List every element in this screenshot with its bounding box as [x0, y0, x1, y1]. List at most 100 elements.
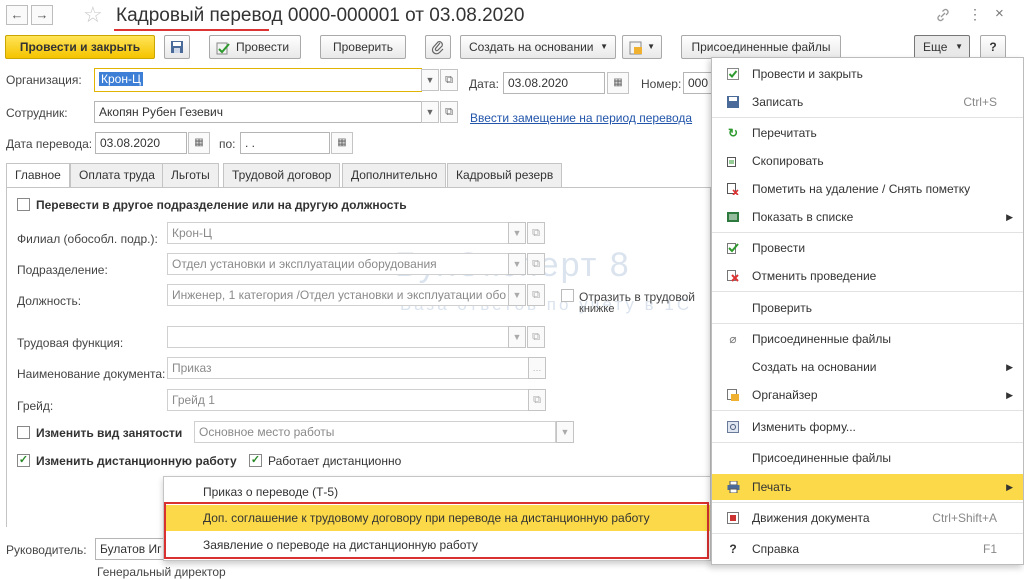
movements-icon	[725, 505, 741, 533]
menu-attached-files[interactable]: ⌀ Присоединенные файлы	[712, 326, 1023, 352]
tab-reserve[interactable]: Кадровый резерв	[447, 163, 563, 187]
replacement-link[interactable]: Ввести замещение на период перевода	[470, 111, 692, 125]
reflect-checkbox[interactable]	[561, 289, 574, 302]
organizer-button[interactable]: ▼	[622, 35, 662, 59]
chevron-down-icon: ▼	[600, 42, 608, 51]
highlight-frame	[164, 502, 709, 559]
menu-copy[interactable]: Скопировать	[712, 148, 1023, 174]
favorite-star-icon[interactable]: ☆	[83, 2, 103, 28]
branch-input[interactable]: Крон-Ц	[167, 222, 509, 244]
position-open-button[interactable]: ⧉	[527, 284, 545, 306]
branch-open-button[interactable]: ⧉	[527, 222, 545, 244]
transfer-date-input[interactable]: 03.08.2020	[95, 132, 187, 154]
menu-unpost[interactable]: Отменить проведение	[712, 263, 1023, 289]
grade-input[interactable]: Грейд 1	[167, 389, 529, 411]
help-button[interactable]: ?	[980, 35, 1006, 59]
menu-item-label: Записать	[752, 95, 804, 109]
to-date-input[interactable]: . .	[240, 132, 330, 154]
menu-doc-movements[interactable]: Движения документа Ctrl+Shift+A	[712, 505, 1023, 531]
works-remotely-checkbox[interactable]: ✓	[249, 454, 262, 467]
post-and-close-button[interactable]: Провести и закрыть	[5, 35, 155, 59]
to-label: по:	[219, 137, 236, 151]
post-close-icon	[725, 61, 741, 89]
create-based-on-button[interactable]: Создать на основании ▼	[460, 35, 616, 59]
menu-create-based[interactable]: Создать на основании ▶	[712, 354, 1023, 380]
tab-contract[interactable]: Трудовой договор	[223, 163, 341, 187]
menu-check[interactable]: Проверить	[712, 295, 1023, 321]
refresh-icon: ↻	[727, 126, 739, 140]
labor-function-label: Трудовая функция:	[17, 336, 124, 350]
dept-open-button[interactable]: ⧉	[527, 253, 545, 275]
menu-separator	[712, 533, 1023, 534]
labor-function-open-button[interactable]: ⧉	[527, 326, 545, 348]
chevron-down-icon: ▼	[647, 42, 655, 51]
menu-help[interactable]: ? Справка F1	[712, 536, 1023, 562]
grade-open-button[interactable]: ⧉	[528, 389, 546, 411]
printer-icon	[725, 474, 741, 502]
chevron-right-icon: ▶	[1006, 212, 1013, 222]
menu-item-label: Изменить форму...	[752, 420, 856, 434]
tab-benefits[interactable]: Льготы	[162, 163, 219, 187]
org-dropdown-button[interactable]: ▼	[421, 69, 439, 91]
number-label: Номер:	[641, 77, 682, 91]
date-input[interactable]: 03.08.2020	[503, 72, 605, 94]
menu-show-in-list[interactable]: Показать в списке ▶	[712, 204, 1023, 230]
paperclip-button[interactable]	[425, 35, 451, 59]
number-input[interactable]: 000	[683, 72, 711, 94]
labor-function-input[interactable]	[167, 326, 509, 348]
attached-files-button[interactable]: Присоединенные файлы	[681, 35, 841, 59]
calendar-icon[interactable]: ▦	[188, 132, 210, 154]
calendar-icon[interactable]: ▦	[607, 72, 629, 94]
employment-dropdown-button[interactable]: ▼	[556, 421, 574, 443]
position-dropdown-button[interactable]: ▼	[508, 284, 526, 306]
calendar-icon[interactable]: ▦	[331, 132, 353, 154]
more-icon[interactable]: ⋮	[968, 6, 982, 23]
position-input[interactable]: Инженер, 1 категория /Отдел установки и …	[167, 284, 509, 306]
employee-dropdown-button[interactable]: ▼	[421, 101, 439, 123]
forward-button[interactable]: →	[31, 5, 53, 25]
menu-post-close[interactable]: Провести и закрыть	[712, 61, 1023, 87]
menu-shortcut: F1	[982, 542, 997, 556]
menu-post[interactable]: Провести	[712, 235, 1023, 261]
more-label: Еще	[923, 40, 948, 54]
employee-open-button[interactable]: ⧉	[440, 101, 458, 123]
branch-dropdown-button[interactable]: ▼	[508, 222, 526, 244]
org-open-button[interactable]: ⧉	[440, 69, 458, 91]
link-icon[interactable]	[935, 7, 951, 23]
menu-mark-delete[interactable]: Пометить на удаление / Снять пометку	[712, 176, 1023, 202]
more-menu: Провести и закрыть Записать Ctrl+S ↻ Пер…	[711, 57, 1024, 565]
menu-organizer[interactable]: Органайзер ▶	[712, 382, 1023, 408]
chevron-right-icon: ▶	[1006, 390, 1013, 400]
employment-checkbox[interactable]	[17, 426, 30, 439]
post-button[interactable]: Провести	[209, 35, 301, 59]
org-input[interactable]: Крон-Ц	[94, 68, 422, 92]
menu-attached-files-2[interactable]: Присоединенные файлы	[712, 445, 1023, 471]
menu-print[interactable]: Печать ▶	[712, 474, 1023, 500]
doc-name-select-button[interactable]: …	[528, 357, 546, 379]
employee-input[interactable]: Акопян Рубен Гезевич	[94, 101, 422, 123]
copy-icon	[725, 148, 741, 176]
menu-change-form[interactable]: Изменить форму...	[712, 414, 1023, 440]
close-icon[interactable]: ×	[995, 5, 1004, 22]
more-button[interactable]: Еще ▼	[914, 35, 970, 59]
doc-name-input[interactable]: Приказ	[167, 357, 529, 379]
menu-item-label: Проверить	[752, 301, 813, 315]
tab-main[interactable]: Главное	[6, 163, 70, 188]
tab-salary[interactable]: Оплата труда	[70, 163, 164, 187]
date-label: Дата:	[469, 77, 499, 91]
check-button[interactable]: Проверить	[320, 35, 406, 59]
tab-additional[interactable]: Дополнительно	[342, 163, 447, 187]
transfer-checkbox[interactable]	[17, 198, 30, 211]
create-based-label: Создать на основании	[469, 40, 594, 54]
menu-item-label: Органайзер	[752, 388, 818, 402]
remote-checkbox[interactable]: ✓	[17, 454, 30, 467]
menu-reread[interactable]: ↻ Перечитать	[712, 120, 1023, 146]
save-button[interactable]	[164, 35, 190, 59]
menu-save[interactable]: Записать Ctrl+S	[712, 89, 1023, 115]
menu-item-label: Провести и закрыть	[752, 67, 863, 81]
dept-input[interactable]: Отдел установки и эксплуатации оборудова…	[167, 253, 509, 275]
dept-dropdown-button[interactable]: ▼	[508, 253, 526, 275]
back-button[interactable]: ←	[6, 5, 28, 25]
labor-function-dropdown-button[interactable]: ▼	[508, 326, 526, 348]
employment-input[interactable]: Основное место работы	[194, 421, 556, 443]
